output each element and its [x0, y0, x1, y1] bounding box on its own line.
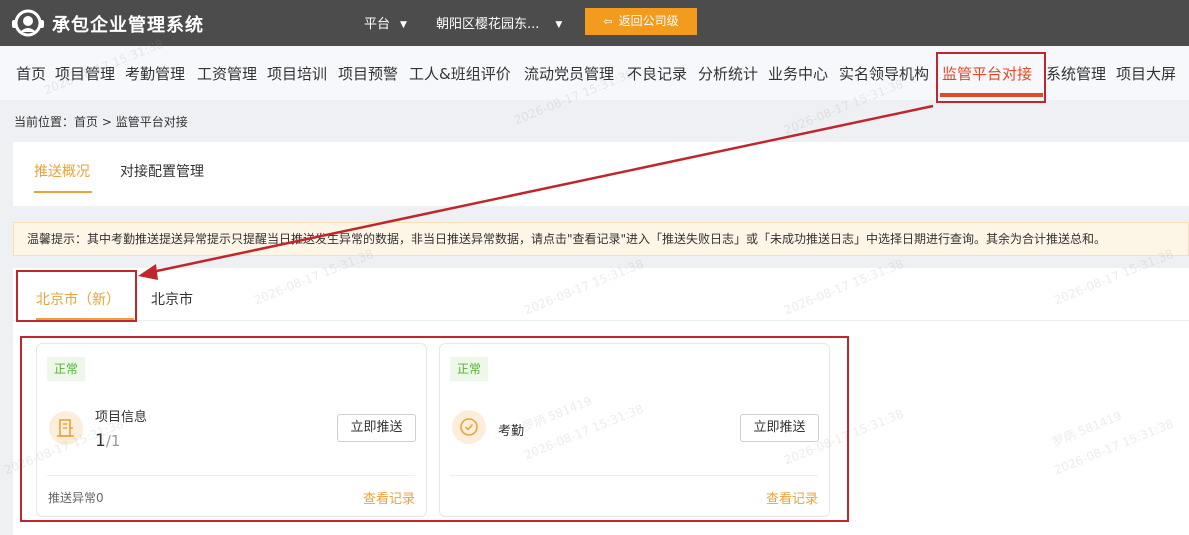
annotation-box-nav	[936, 52, 1046, 103]
nav-item[interactable]: 考勤管理	[125, 63, 185, 84]
subtab-active-underline	[34, 191, 92, 193]
nav-item[interactable]: 工人&班组评价	[409, 63, 511, 84]
breadcrumb: 当前位置：首页 > 监管平台对接	[14, 113, 188, 130]
app-title: 承包企业管理系统	[52, 15, 204, 36]
platform-label: 平台	[364, 17, 391, 32]
tip-banner: 温馨提示：其中考勤推送提送异常提示只提醒当日推送发生异常的数据，非当日推送异常数…	[13, 222, 1189, 256]
project-dropdown[interactable]: 朝阳区樱花园东... ▼	[436, 13, 562, 32]
nav-item[interactable]: 项目管理	[55, 63, 115, 84]
tab-city[interactable]: 北京市	[151, 289, 193, 309]
divider	[13, 320, 1189, 321]
platform-dropdown[interactable]: 平台 ▼	[364, 13, 407, 32]
nav-item[interactable]: 项目预警	[338, 63, 398, 84]
breadcrumb-prefix: 当前位置：	[14, 115, 75, 129]
annotation-box-cards	[20, 336, 849, 522]
breadcrumb-separator: >	[101, 115, 112, 129]
breadcrumb-home[interactable]: 首页	[74, 115, 98, 129]
nav-item[interactable]: 实名领导机构	[839, 63, 929, 84]
nav-item[interactable]: 工资管理	[197, 63, 257, 84]
nav-item[interactable]: 不良记录	[627, 63, 687, 84]
back-icon: ⇦	[603, 15, 613, 28]
caret-down-icon: ▼	[555, 19, 563, 30]
nav-item[interactable]: 首页	[16, 63, 46, 84]
back-to-company-button[interactable]: ⇦ 返回公司级	[585, 8, 697, 35]
breadcrumb-current: 监管平台对接	[115, 115, 188, 129]
nav-item[interactable]: 项目培训	[267, 63, 327, 84]
project-label: 朝阳区樱花园东...	[436, 17, 540, 32]
nav-item[interactable]: 分析统计	[698, 63, 758, 84]
tab-push-overview[interactable]: 推送概况	[34, 161, 90, 181]
nav-item[interactable]: 流动党员管理	[524, 63, 614, 84]
caret-down-icon: ▼	[400, 19, 407, 30]
back-button-label: 返回公司级	[618, 14, 679, 28]
nav-item[interactable]: 业务中心	[768, 63, 828, 84]
annotation-box-city-tab	[16, 270, 137, 322]
nav-item[interactable]: 项目大屏	[1116, 63, 1176, 84]
logo-icon	[12, 9, 44, 37]
tab-config-management[interactable]: 对接配置管理	[120, 161, 204, 181]
nav-item[interactable]: 系统管理	[1046, 63, 1106, 84]
top-bar: 承包企业管理系统 平台 ▼ 朝阳区樱花园东... ▼ ⇦ 返回公司级	[0, 0, 1189, 46]
subtab-panel: 推送概况 对接配置管理	[13, 142, 1189, 206]
